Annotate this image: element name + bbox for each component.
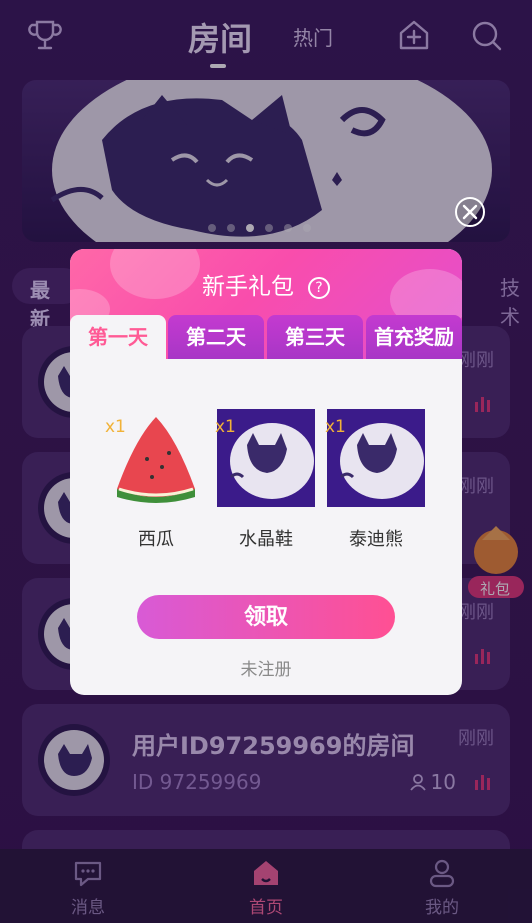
gift-count: x1 [325,417,346,437]
close-icon [462,204,478,220]
gift-item-watermelon: x1 西瓜 [105,409,206,551]
tab-day-2[interactable]: 第二天 [168,315,264,359]
modal-title: 新手礼包? [70,267,462,301]
gift-count: x1 [105,417,126,437]
newbie-gift-modal: 新手礼包? 第一天 第二天 第三天 首充奖励 x1 西瓜 x1 水晶鞋 x1 泰… [70,249,462,695]
tab-first-recharge[interactable]: 首充奖励 [366,315,462,359]
gift-name: 西瓜 [138,529,174,550]
modal-title-text: 新手礼包 [202,274,294,300]
help-icon[interactable]: ? [308,277,330,299]
gift-count: x1 [215,417,236,437]
registration-status: 未注册 [240,660,292,680]
gift-item-teddy-bear: x1 泰迪熊 [325,409,426,551]
gift-item-crystal-shoe: x1 水晶鞋 [215,409,316,551]
close-modal-button[interactable] [455,197,485,227]
tab-day-1[interactable]: 第一天 [70,315,166,361]
gift-name: 泰迪熊 [349,529,403,550]
day-tabs: 第一天 第二天 第三天 首充奖励 [70,315,462,361]
claim-button[interactable]: 领取 [137,595,395,639]
gift-name: 水晶鞋 [239,529,293,550]
tab-day-3[interactable]: 第三天 [267,315,363,359]
